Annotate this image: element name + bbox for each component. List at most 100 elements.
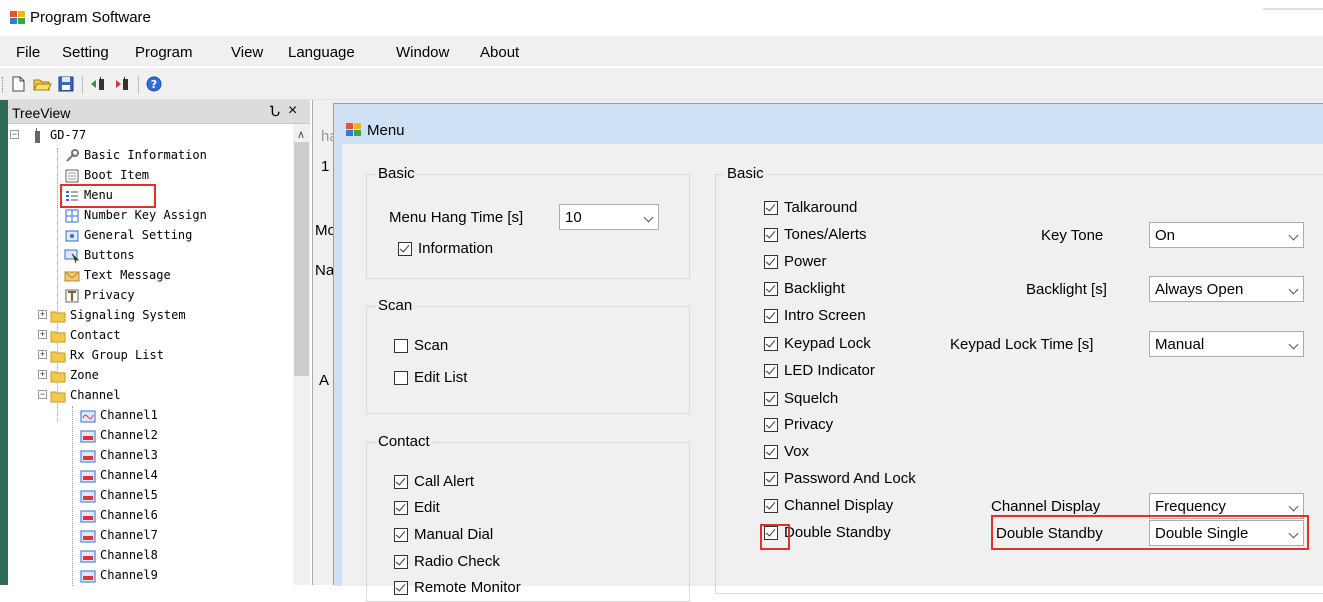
keypad-lock-time-select[interactable]: Manual	[1149, 331, 1304, 357]
checkbox-box[interactable]	[764, 337, 778, 351]
checkbox-box[interactable]	[394, 501, 408, 515]
treeview-title: TreeView	[12, 105, 71, 121]
settings-icon	[64, 228, 80, 242]
app-titlebar: Program Software	[0, 0, 1323, 34]
checkbox-box[interactable]	[764, 392, 778, 406]
checkbox-box[interactable]	[394, 555, 408, 569]
background-fragment: 1	[321, 158, 330, 175]
collapse-icon[interactable]: −	[38, 390, 47, 399]
checkbox-box[interactable]	[764, 282, 778, 296]
dialog-titlebar[interactable]: Menu	[334, 104, 1323, 144]
digital-channel-icon	[80, 548, 96, 563]
group-scan: Scan Scan Edit List	[366, 297, 690, 414]
dialog-title: Menu	[367, 122, 405, 139]
digital-channel-icon	[80, 428, 96, 443]
checkbox-box[interactable]	[764, 255, 778, 269]
menu-program[interactable]: Program	[135, 44, 193, 61]
app-icon	[346, 123, 362, 137]
checkbox-box[interactable]	[764, 445, 778, 459]
digital-channel-icon	[80, 508, 96, 523]
keypad-lock-time-label: Keypad Lock Time [s]	[950, 336, 1094, 353]
write-to-radio-icon[interactable]	[112, 74, 132, 94]
close-icon[interactable]: ×	[288, 102, 297, 120]
folder-icon	[50, 328, 66, 343]
collapse-icon[interactable]: −	[10, 130, 19, 139]
chevron-down-icon	[643, 212, 654, 223]
scrollbar-thumb[interactable]	[294, 142, 309, 376]
highlight-double-standby-field	[991, 515, 1309, 550]
save-icon[interactable]	[56, 74, 76, 94]
expand-icon[interactable]: +	[38, 370, 47, 379]
highlight-menu-node	[60, 184, 156, 208]
checkbox-box[interactable]	[764, 228, 778, 242]
tree: − GD-77 Basic Information Boot Item Menu…	[8, 124, 310, 586]
envelope-icon	[64, 268, 80, 282]
tree-connector	[72, 406, 73, 586]
digital-channel-icon	[80, 448, 96, 463]
background-fragment: A	[319, 372, 330, 389]
scroll-up-icon[interactable]: ∧	[297, 128, 305, 141]
checkbox-box[interactable]	[394, 475, 408, 489]
checkbox-box[interactable]	[394, 371, 408, 385]
checkbox-box[interactable]	[764, 364, 778, 378]
expand-icon[interactable]: +	[38, 350, 47, 359]
menu-setting[interactable]: Setting	[62, 44, 109, 61]
group-title: Basic	[724, 165, 767, 182]
checkbox-box[interactable]	[394, 339, 408, 353]
folder-open-icon	[50, 388, 66, 403]
read-from-radio-icon[interactable]	[88, 74, 108, 94]
toolbar-separator	[82, 76, 83, 94]
key-tone-select[interactable]: On	[1149, 222, 1304, 248]
group-contact: Contact Call Alert Edit Manual Dial Radi…	[366, 433, 690, 602]
chevron-down-icon	[1288, 501, 1299, 512]
expand-icon[interactable]: +	[38, 330, 47, 339]
digital-channel-icon	[80, 468, 96, 483]
analog-channel-icon	[80, 408, 96, 423]
privacy-icon	[64, 288, 80, 303]
svg-text:?: ?	[151, 78, 157, 91]
checkbox-box[interactable]	[398, 242, 412, 256]
menu-file[interactable]: File	[16, 44, 40, 61]
grid-icon	[64, 208, 80, 223]
pin-icon[interactable]: Ն	[270, 103, 280, 120]
menu-hang-time-select[interactable]: 10	[559, 204, 659, 230]
chevron-down-icon	[1288, 284, 1299, 295]
app-title: Program Software	[30, 9, 151, 26]
new-file-icon[interactable]	[8, 74, 28, 94]
digital-channel-icon	[80, 528, 96, 543]
group-basic-right: Basic Talkaround Tones/Alerts Power Back…	[715, 165, 1323, 594]
toolbar-grip[interactable]	[2, 77, 4, 93]
checkbox-box[interactable]	[764, 309, 778, 323]
digital-channel-icon	[80, 568, 96, 583]
checkbox-box[interactable]	[764, 201, 778, 215]
dialog-body: Basic Menu Hang Time [s] 10 Information …	[334, 144, 1323, 602]
expand-icon[interactable]: +	[38, 310, 47, 319]
backlight-select[interactable]: Always Open	[1149, 276, 1304, 302]
folder-icon	[50, 368, 66, 383]
folder-icon	[50, 348, 66, 363]
help-icon[interactable]: ?	[144, 74, 164, 94]
channel-display-label: Channel Display	[991, 498, 1101, 515]
group-basic-left: Basic Menu Hang Time [s] 10 Information	[366, 165, 690, 279]
menu-view[interactable]: View	[231, 44, 263, 61]
key-tone-label: Key Tone	[1041, 227, 1104, 244]
checkbox-box[interactable]	[764, 418, 778, 432]
menu-hang-time-label: Menu Hang Time [s]	[389, 209, 524, 226]
radio-device-icon	[30, 128, 46, 143]
highlight-double-standby-checkbox	[760, 524, 790, 550]
open-folder-icon[interactable]	[32, 74, 52, 94]
checkbox-box[interactable]	[764, 499, 778, 513]
menu-about[interactable]: About	[480, 44, 519, 61]
checkbox-box[interactable]	[394, 581, 408, 595]
folder-icon	[50, 308, 66, 323]
menu-window[interactable]: Window	[396, 44, 449, 61]
group-title: Basic	[375, 165, 418, 182]
menu-language[interactable]: Language	[288, 44, 355, 61]
chevron-down-icon	[1288, 339, 1299, 350]
checkbox-box[interactable]	[394, 528, 408, 542]
menu-bar: File Setting Program View Language Windo…	[0, 36, 1323, 66]
group-title: Contact	[375, 433, 433, 450]
checkbox-box[interactable]	[764, 472, 778, 486]
treeview-scrollbar[interactable]: ∧	[293, 124, 310, 585]
group-title: Scan	[375, 297, 416, 314]
